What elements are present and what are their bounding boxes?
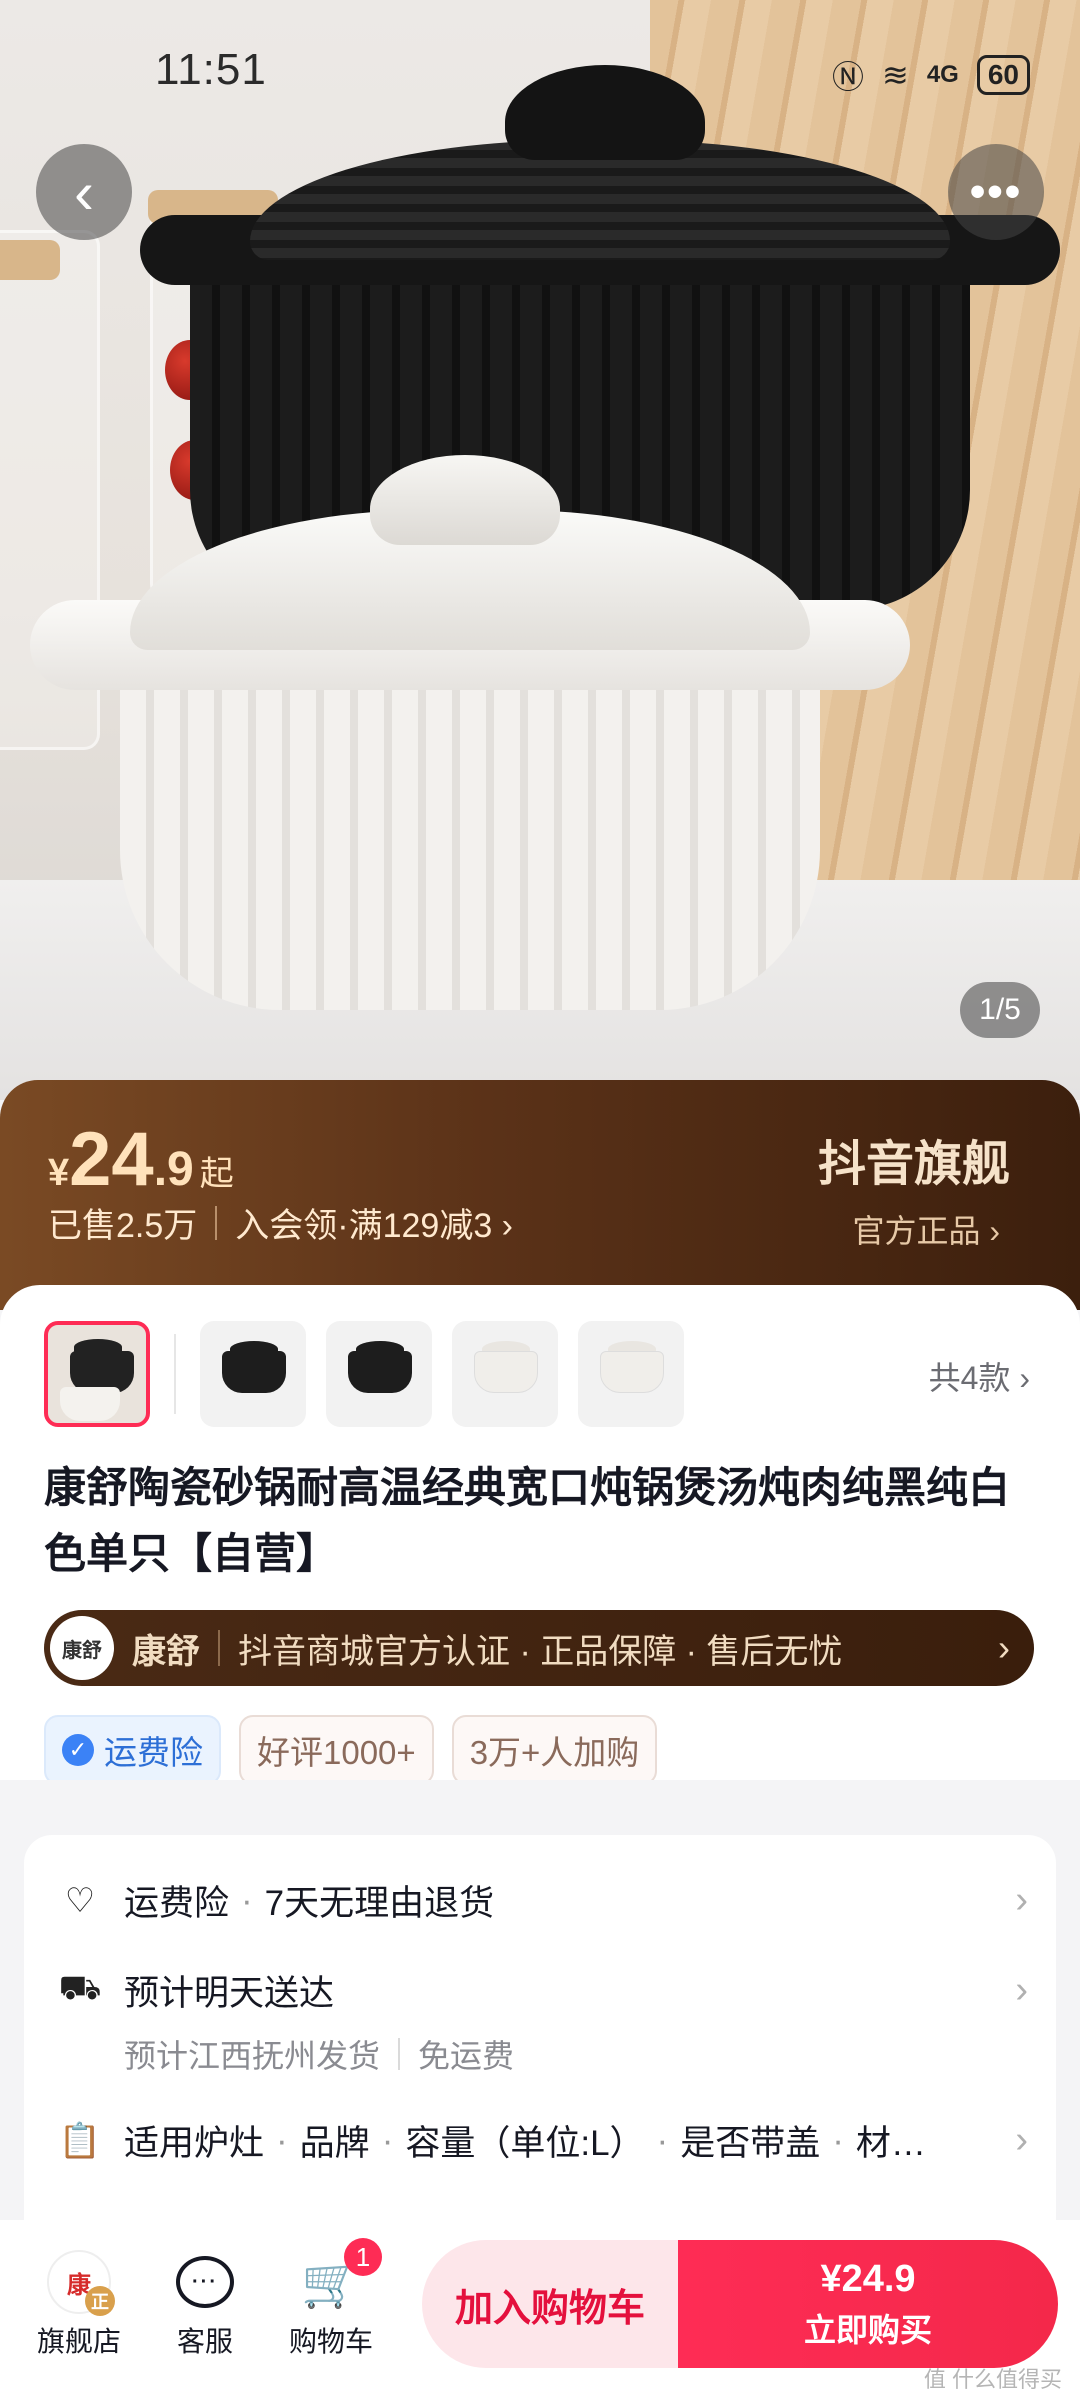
official-genuine-link[interactable]: 官方正品 ›: [852, 1206, 1000, 1252]
guarantee-return: 7天无理由退货: [264, 1884, 495, 1923]
cart-badge: 1: [344, 2238, 382, 2276]
delivery-row[interactable]: ⛟ 预计明天送达 ›: [58, 1965, 1048, 2016]
price-suffix: 起: [199, 1155, 234, 1193]
separator-dot: ·: [276, 2120, 288, 2160]
variant-thumb-white-2[interactable]: [578, 1321, 684, 1427]
shop-logo: 康舒: [50, 1616, 114, 1680]
chevron-right-icon: ›: [1015, 1879, 1028, 1921]
clipboard-icon: 📋: [58, 2121, 102, 2160]
variant-count-link[interactable]: 共4款 ›: [929, 1353, 1030, 1399]
param-item: 材…: [855, 2124, 926, 2163]
truck-icon: ⛟: [58, 1968, 102, 2007]
add-to-cart-button[interactable]: 加入购物车: [422, 2240, 678, 2368]
thumb-pot: [474, 1351, 538, 1393]
divider: [398, 2038, 401, 2070]
chevron-right-icon: ›: [998, 1627, 1010, 1668]
separator-dot: ·: [656, 2120, 669, 2160]
status-icons: Ⓝ ≋ 4G 60: [832, 52, 1030, 98]
thumb-pot: [222, 1351, 286, 1393]
param-item: 适用炉灶: [124, 2124, 265, 2163]
more-button[interactable]: •••: [948, 144, 1044, 240]
image-counter: 1/5: [960, 982, 1040, 1038]
variant-thumbnails: [44, 1321, 684, 1427]
genuine-badge-icon: 正: [85, 2286, 115, 2316]
delivery-details: 预计江西抚州发货 免运费: [124, 2031, 514, 2077]
product-image-carousel[interactable]: 11:51 Ⓝ ≋ 4G 60 ‹ ••• 1/5: [0, 0, 1080, 1100]
wifi-icon: ≋: [882, 57, 909, 93]
watermark: 值 什么值得买: [923, 2367, 1062, 2392]
battery-indicator: 60: [976, 55, 1030, 95]
tag-shipping-insurance: ✓ 运费险: [44, 1715, 221, 1785]
chat-icon: ···: [173, 2250, 237, 2314]
thumb-pot: [348, 1351, 412, 1393]
sold-count: 已售2.5万: [48, 1207, 198, 1245]
sales-row: 已售2.5万 入会领·满129减3 ›: [48, 1198, 513, 1247]
status-time: 11:51: [155, 45, 267, 94]
network-label: 4G: [926, 61, 959, 88]
tag-label: 运费险: [104, 1734, 203, 1771]
shield-heart-icon: ♡: [64, 1881, 96, 1920]
shop-certifications: 抖音商城官方认证 · 正品保障 · 售后无忧: [238, 1632, 843, 1671]
param-item: 容量（单位:L）: [405, 2124, 645, 2163]
white-pot-body: [120, 640, 820, 1010]
customer-service-button[interactable]: ··· 客服: [150, 2250, 260, 2360]
thumb-pot-white: [60, 1387, 120, 1421]
shop-name: 康舒: [132, 1632, 200, 1671]
variant-thumb-white-1[interactable]: [452, 1321, 558, 1427]
variant-thumb-main[interactable]: [44, 1321, 150, 1427]
separator-dot: ·: [241, 1880, 253, 1920]
free-shipping: 免运费: [418, 2038, 515, 2074]
more-dots-icon: •••: [969, 167, 1023, 216]
tag-label: 3万+人加购: [469, 1734, 640, 1771]
divider: [218, 1630, 220, 1666]
separator-dot: ·: [381, 2120, 394, 2160]
delivery-estimate: 预计明天送达: [124, 1974, 335, 2013]
param-item: 是否带盖: [680, 2124, 821, 2163]
tag-good-reviews: 好评1000+: [239, 1715, 434, 1785]
tag-cart-count: 3万+人加购: [451, 1715, 658, 1785]
params-row[interactable]: 📋 适用炉灶 · 品牌 · 容量（单位:L） · 是否带盖 · 材… ›: [58, 2115, 1048, 2166]
variant-thumb-black-2[interactable]: [326, 1321, 432, 1427]
store-type-label: 抖音旗舰: [817, 1138, 1010, 1191]
product-title: 康舒陶瓷砂锅耐高温经典宽口炖锅煲汤炖肉纯黑纯白色单只【自营】: [44, 1464, 1011, 1577]
price-decimal: .9: [153, 1143, 194, 1196]
price-banner: ¥ 24 .9 起 已售2.5万 入会领·满129减3 › 抖音旗舰 官方正品 …: [0, 1080, 1080, 1310]
bottom-action-bar: 康正 旗舰店 ··· 客服 🛒 1 购物车 加入购物车 ¥24.9 立即购买: [0, 2220, 1080, 2400]
shield-check-icon: ✓: [62, 1734, 94, 1766]
flagship-store-button[interactable]: 康正 旗舰店: [24, 2250, 134, 2360]
cart-label: 购物车: [288, 2326, 373, 2357]
price-integer: 24: [69, 1117, 154, 1202]
price-currency: ¥: [48, 1152, 70, 1194]
jar-lid: [0, 240, 60, 280]
back-button[interactable]: ‹: [36, 144, 132, 240]
divider: [215, 1205, 218, 1240]
chevron-right-icon: ›: [1015, 1969, 1028, 2011]
cart-button[interactable]: 🛒 1 购物车: [276, 2238, 386, 2360]
service-label: 客服: [176, 2326, 233, 2357]
store-label: 旗舰店: [36, 2326, 121, 2357]
param-item: 品牌: [299, 2124, 370, 2163]
member-promo[interactable]: 入会领·满129减3 ›: [235, 1198, 513, 1247]
variant-thumb-black-1[interactable]: [200, 1321, 306, 1427]
buy-now-label: 立即购买: [803, 2311, 932, 2348]
tag-label: 好评1000+: [257, 1734, 416, 1771]
chevron-right-icon: ›: [1015, 2119, 1028, 2161]
product-tags: ✓ 运费险 好评1000+ 3万+人加购: [44, 1715, 658, 1785]
nfc-icon: Ⓝ: [832, 59, 865, 95]
price: ¥ 24 .9 起: [48, 1116, 234, 1203]
thumb-pot: [600, 1351, 664, 1393]
store-icon: 康正: [47, 2250, 115, 2316]
buy-price: ¥24.9: [820, 2257, 916, 2300]
guarantee-row[interactable]: ♡ 运费险 · 7天无理由退货 ›: [58, 1875, 1048, 1926]
buy-now-button[interactable]: ¥24.9 立即购买: [678, 2240, 1058, 2368]
separator-dot: ·: [832, 2120, 844, 2160]
shop-bar[interactable]: 康舒 康舒 抖音商城官方认证 · 正品保障 · 售后无忧 ›: [44, 1610, 1034, 1686]
divider: [174, 1334, 176, 1414]
chevron-left-icon: ‹: [74, 158, 94, 226]
status-bar: 11:51 Ⓝ ≋ 4G 60: [0, 0, 1080, 140]
service-info-card: ♡ 运费险 · 7天无理由退货 › ⛟ 预计明天送达 › 预计江西抚州发货 免运…: [24, 1835, 1056, 2255]
guarantee-insurance: 运费险: [124, 1884, 230, 1923]
ship-origin: 预计江西抚州发货: [124, 2038, 381, 2074]
